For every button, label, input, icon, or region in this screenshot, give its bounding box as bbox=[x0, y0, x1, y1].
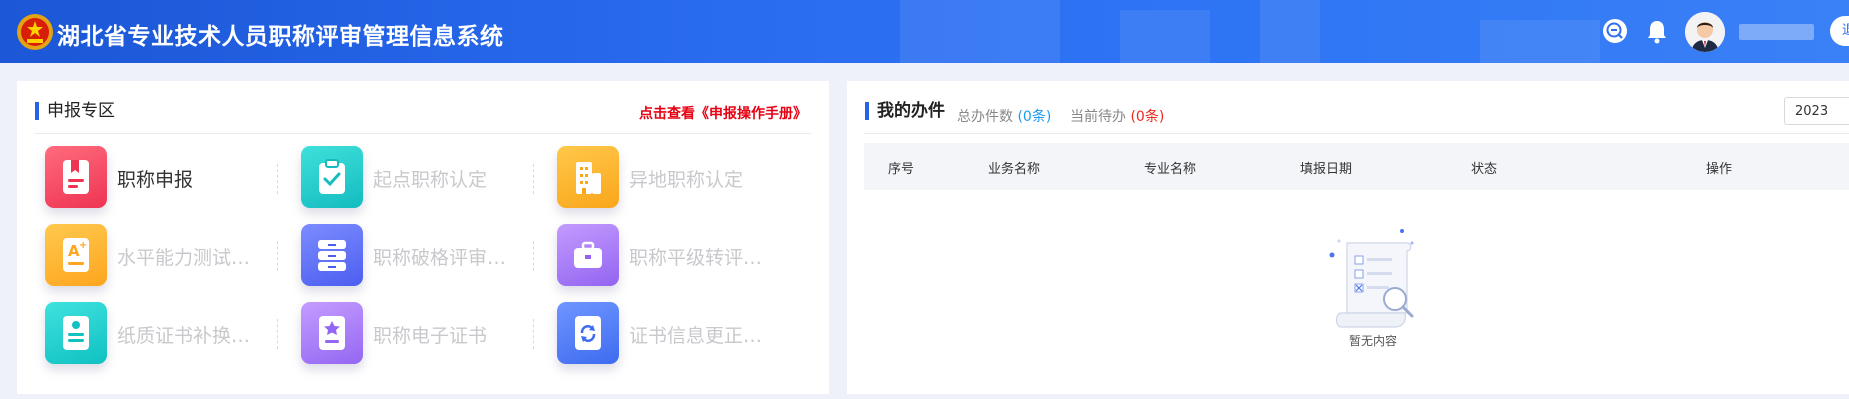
national-emblem-icon bbox=[17, 14, 53, 50]
apply-section-panel: 申报专区 点击查看《申报操作手册》 职称申报 起点职称认定 异地职称认定 A + … bbox=[17, 81, 829, 394]
app-paper-certificate-replacement[interactable]: 纸质证书补换申请 bbox=[45, 302, 275, 366]
app-remote-title-recognition[interactable]: 异地职称认定 bbox=[557, 146, 787, 210]
briefcase-icon bbox=[557, 224, 619, 286]
pending-count-value: (0条) bbox=[1130, 109, 1165, 125]
bookmark-doc-icon bbox=[45, 146, 107, 208]
pending-count-label: 当前待办 bbox=[1070, 109, 1126, 125]
username bbox=[1739, 24, 1814, 40]
table-header: 序号 业务名称 专业名称 填报日期 状态 操作 bbox=[864, 143, 1849, 190]
col-status: 状态 bbox=[1471, 162, 1498, 177]
cabinet-icon bbox=[301, 224, 363, 286]
avatar-portrait-icon bbox=[1685, 12, 1725, 52]
item-separator bbox=[277, 164, 278, 194]
user-avatar[interactable] bbox=[1685, 12, 1725, 52]
total-count-value: (0条) bbox=[1017, 109, 1052, 125]
refresh-doc-icon bbox=[557, 302, 619, 364]
app-label: 纸质证书补换申请 bbox=[117, 325, 267, 347]
item-separator bbox=[277, 319, 278, 349]
logout-button[interactable]: 退 bbox=[1830, 16, 1849, 46]
grade-a-plus-icon: A + bbox=[45, 224, 107, 286]
my-tasks-title: 我的办件 bbox=[865, 102, 945, 120]
total-count-label: 总办件数 bbox=[957, 109, 1013, 125]
app-label: 职称申报 bbox=[117, 169, 194, 191]
col-index: 序号 bbox=[888, 162, 915, 177]
app-certificate-info-correction[interactable]: 证书信息更正申请 bbox=[557, 302, 787, 366]
app-label: 职称平级转评申请 bbox=[629, 247, 779, 269]
total-count: 总办件数 (0条) bbox=[957, 106, 1051, 126]
app-label: 职称电子证书 bbox=[373, 325, 488, 347]
my-tasks-panel: 我的办件 总办件数 (0条) 当前待办 (0条) 2023 序号 业务名称 专业… bbox=[847, 81, 1849, 394]
col-specialty-name: 专业名称 bbox=[1144, 162, 1197, 177]
clipboard-check-icon bbox=[301, 146, 363, 208]
app-label: 水平能力测试免... bbox=[117, 247, 267, 269]
apply-section-title: 申报专区 bbox=[35, 102, 115, 120]
col-fill-date: 填报日期 bbox=[1300, 162, 1353, 177]
certificate-doc-icon bbox=[45, 302, 107, 364]
app-label: 证书信息更正申请 bbox=[629, 325, 779, 347]
app-lateral-transfer-review[interactable]: 职称平级转评申请 bbox=[557, 224, 787, 288]
top-header: 湖北省专业技术人员职称评审管理信息系统 退 bbox=[0, 0, 1849, 63]
item-separator bbox=[533, 319, 534, 349]
app-exceptional-review[interactable]: 职称破格评审申请 bbox=[301, 224, 531, 288]
app-electronic-certificate[interactable]: 职称电子证书 bbox=[301, 302, 531, 366]
col-business-name: 业务名称 bbox=[988, 162, 1041, 177]
app-ability-test-exemption[interactable]: A + 水平能力测试免... bbox=[45, 224, 275, 288]
empty-state-text: 暂无内容 bbox=[1349, 334, 1398, 348]
item-separator bbox=[533, 164, 534, 194]
app-label: 起点职称认定 bbox=[373, 169, 488, 191]
app-label: 异地职称认定 bbox=[629, 169, 744, 191]
badge-doc-icon bbox=[301, 302, 363, 364]
item-separator bbox=[533, 241, 534, 271]
section-divider bbox=[864, 133, 1849, 134]
system-title: 湖北省专业技术人员职称评审管理信息系统 bbox=[57, 24, 504, 50]
empty-state-illustration-icon bbox=[1329, 229, 1414, 328]
building-icon bbox=[557, 146, 619, 208]
year-select[interactable]: 2023 bbox=[1784, 97, 1849, 125]
zoom-out-icon[interactable] bbox=[1600, 16, 1630, 46]
app-title-application[interactable]: 职称申报 bbox=[45, 146, 275, 210]
svg-text:+: + bbox=[79, 240, 87, 251]
section-divider bbox=[35, 133, 811, 134]
col-actions: 操作 bbox=[1706, 162, 1733, 177]
pending-count: 当前待办 (0条) bbox=[1070, 106, 1164, 126]
notification-bell-icon[interactable] bbox=[1642, 16, 1672, 46]
item-separator bbox=[277, 241, 278, 271]
operation-manual-link[interactable]: 点击查看《申报操作手册》 bbox=[639, 103, 807, 123]
app-starting-title-recognition[interactable]: 起点职称认定 bbox=[301, 146, 531, 210]
app-label: 职称破格评审申请 bbox=[373, 247, 523, 269]
